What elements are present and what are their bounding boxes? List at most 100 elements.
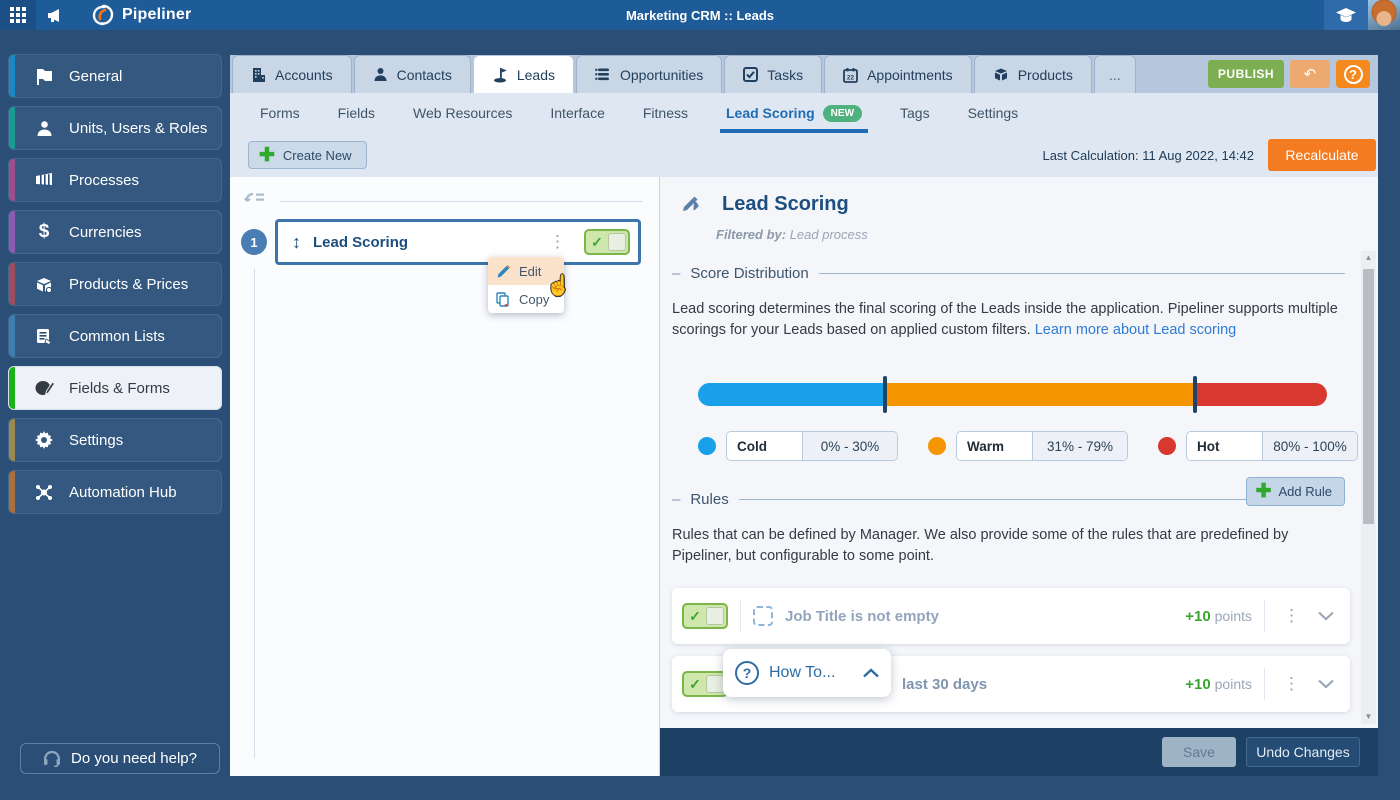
tab-more[interactable]: ... (1094, 55, 1136, 93)
subtab-label: Web Resources (413, 105, 512, 121)
announcements-button[interactable] (36, 0, 74, 30)
user-avatar[interactable] (1368, 0, 1400, 30)
detail-scrollbar[interactable]: ▲ ▼ (1361, 251, 1376, 724)
tab-products[interactable]: Products (974, 55, 1092, 93)
learning-button[interactable] (1324, 0, 1368, 30)
tab-tasks[interactable]: Tasks (724, 55, 822, 93)
undo-changes-button[interactable]: Undo Changes (1246, 737, 1360, 767)
sidebar-item-settings[interactable]: Settings (8, 418, 222, 462)
subtab-settings[interactable]: Settings (968, 93, 1019, 133)
check-icon: ✓ (684, 608, 706, 625)
section-label: Rules (690, 491, 728, 508)
rule-menu-button[interactable]: ⋮ (1277, 674, 1306, 694)
scoring-enabled-toggle[interactable]: ✓ (584, 229, 630, 255)
learn-more-link[interactable]: Learn more about Lead scoring (1035, 322, 1237, 338)
section-rule (819, 273, 1345, 274)
subtab-web-resources[interactable]: Web Resources (413, 93, 512, 133)
divider (740, 600, 741, 632)
subtab-label: Interface (550, 105, 604, 121)
rule-points: +10 points (1185, 676, 1252, 693)
legend-warm: Warm31% - 79% (928, 431, 1128, 461)
need-help-button[interactable]: Do you need help? (20, 743, 220, 774)
undo-publish-button[interactable]: ↶ (1290, 60, 1330, 88)
chevron-down-icon[interactable] (1318, 679, 1334, 689)
create-new-button[interactable]: ✚ Create New (248, 141, 367, 169)
points-label: points (1215, 608, 1252, 624)
hot-dot (1158, 437, 1176, 455)
cold-range: 0% - 30% (803, 432, 897, 460)
top-bar: Pipeliner Marketing CRM :: Leads (0, 0, 1400, 30)
plus-icon: ✚ (259, 146, 275, 165)
sidebar-item-general[interactable]: General (8, 54, 222, 98)
chevron-down-icon[interactable] (1318, 611, 1334, 621)
filtered-by: Filtered by: Lead process (716, 227, 868, 242)
sidebar-item-units-users-roles[interactable]: Units, Users & Roles (8, 106, 222, 150)
tab-accounts[interactable]: Accounts (232, 55, 352, 93)
subtab-tags[interactable]: Tags (900, 93, 930, 133)
rule-enabled-toggle[interactable]: ✓ (682, 671, 728, 697)
filtered-by-label: Filtered by: (716, 227, 786, 242)
product-box-icon (33, 276, 55, 293)
rule-menu-button[interactable]: ⋮ (1277, 606, 1306, 626)
points-label: points (1215, 676, 1252, 692)
app-grid-button[interactable] (0, 0, 36, 30)
sidebar-item-automation-hub[interactable]: Automation Hub (8, 470, 222, 514)
sidebar-item-currencies[interactable]: $ Currencies (8, 210, 222, 254)
add-rule-button[interactable]: ✚ Add Rule (1246, 477, 1345, 506)
app-logo[interactable]: Pipeliner (92, 4, 191, 26)
rule-row-job-title[interactable]: ✓ Job Title is not empty +10 points ⋮ (672, 588, 1350, 644)
distribution-handle-cold-warm[interactable] (883, 376, 887, 413)
sidebar-item-label: General (69, 68, 122, 85)
sidebar-item-products-prices[interactable]: Products & Prices (8, 262, 222, 306)
scoring-item-title: Lead Scoring (313, 234, 531, 251)
scroll-up-arrow[interactable]: ▲ (1361, 251, 1376, 265)
recalculate-button[interactable]: Recalculate (1268, 139, 1376, 171)
item-context-menu: Edit Copy (488, 257, 564, 313)
sidebar-item-fields-forms[interactable]: Fields & Forms (8, 366, 222, 410)
help-button[interactable]: ? (1336, 60, 1370, 88)
subtab-fitness[interactable]: Fitness (643, 93, 688, 133)
publish-button[interactable]: PUBLISH (1208, 60, 1284, 88)
subtab-forms[interactable]: Forms (260, 93, 300, 133)
scoring-list-item[interactable]: ↕ Lead Scoring ⋮ ✓ (275, 219, 641, 265)
flag-icon (33, 68, 55, 85)
tab-label: Tasks (767, 67, 803, 83)
collapse-dash-icon[interactable]: – (672, 265, 680, 282)
context-menu-copy[interactable]: Copy (488, 285, 564, 313)
tab-leads[interactable]: Leads (473, 55, 574, 93)
warm-name-input[interactable]: Warm (957, 432, 1033, 460)
reorder-icon[interactable] (244, 191, 266, 211)
subtab-lead-scoring[interactable]: Lead Scoring NEW (726, 93, 862, 133)
subtab-label: Fields (338, 105, 375, 121)
question-icon: ? (1344, 65, 1363, 84)
hot-name-input[interactable]: Hot (1187, 432, 1263, 460)
cold-name-input[interactable]: Cold (727, 432, 803, 460)
item-menu-button[interactable]: ⋮ (543, 232, 572, 252)
how-to-widget[interactable]: ? How To... (723, 649, 891, 697)
distribution-handle-warm-hot[interactable] (1193, 376, 1197, 413)
context-menu-edit[interactable]: Edit (488, 257, 564, 285)
toggle-knob (608, 233, 626, 251)
rule-enabled-toggle[interactable]: ✓ (682, 603, 728, 629)
score-distribution-bar (698, 383, 1327, 406)
sidebar-item-label: Automation Hub (69, 484, 177, 501)
drag-handle-icon[interactable]: ↕ (292, 232, 301, 253)
products-box-icon (993, 67, 1009, 82)
tab-appointments[interactable]: 22 Appointments (824, 55, 972, 93)
tab-label: Accounts (275, 67, 333, 83)
legend-cold: Cold0% - 30% (698, 431, 898, 461)
tab-opportunities[interactable]: Opportunities (576, 55, 722, 93)
check-icon: ✓ (586, 234, 608, 251)
score-distribution-section-header: – Score Distribution (672, 265, 1345, 282)
subtab-fields[interactable]: Fields (338, 93, 375, 133)
subtab-label: Forms (260, 105, 300, 121)
chevron-up-icon[interactable] (863, 668, 879, 678)
scrollbar-thumb[interactable] (1363, 269, 1374, 524)
sidebar-item-processes[interactable]: Processes (8, 158, 222, 202)
subtab-interface[interactable]: Interface (550, 93, 604, 133)
save-button[interactable]: Save (1162, 737, 1236, 767)
sidebar-item-common-lists[interactable]: Common Lists (8, 314, 222, 358)
scroll-down-arrow[interactable]: ▼ (1361, 710, 1376, 724)
tab-contacts[interactable]: Contacts (354, 55, 471, 93)
collapse-dash-icon[interactable]: – (672, 491, 680, 508)
